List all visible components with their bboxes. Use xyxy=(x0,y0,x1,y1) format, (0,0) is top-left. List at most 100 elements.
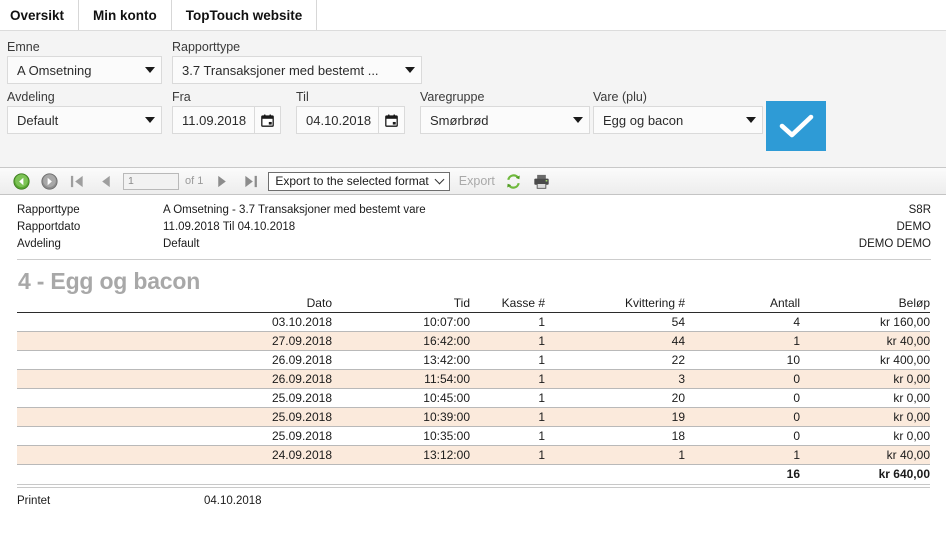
varegruppe-dropdown[interactable]: Smørbrød xyxy=(420,106,590,134)
report-table: Dato Tid Kasse # Kvittering # Antall Bel… xyxy=(17,295,930,485)
cell-kasse: 1 xyxy=(470,445,545,465)
til-label: Til xyxy=(296,90,309,104)
first-page-icon[interactable] xyxy=(63,168,91,194)
table-row: 27.09.2018 16:42:00 1 44 1 kr 40,00 xyxy=(17,331,930,351)
cell-dato: 27.09.2018 xyxy=(185,331,332,351)
cell-antall: 10 xyxy=(685,350,800,370)
fra-datebox: 11.09.2018 xyxy=(172,106,281,134)
cell-kasse: 1 xyxy=(470,426,545,446)
cell-tid: 10:45:00 xyxy=(332,388,470,408)
refresh-icon[interactable] xyxy=(500,168,528,194)
back-circle-icon[interactable] xyxy=(7,168,35,194)
emne-dropdown[interactable]: A Omsetning xyxy=(7,56,162,84)
top-tab-bar: Oversikt Min konto TopTouch website xyxy=(0,0,946,30)
cell-dato: 25.09.2018 xyxy=(185,407,332,427)
tab-min-konto[interactable]: Min konto xyxy=(79,0,172,30)
total-antall: 16 xyxy=(685,464,800,484)
export-button[interactable]: Export xyxy=(459,174,495,188)
cell-kvittering: 22 xyxy=(545,350,685,370)
til-date-input[interactable]: 04.10.2018 xyxy=(296,106,379,134)
prev-page-icon[interactable] xyxy=(91,168,119,194)
cell-kasse: 1 xyxy=(470,369,545,389)
tab-oversikt[interactable]: Oversikt xyxy=(0,0,80,30)
chevron-down-icon xyxy=(405,67,415,73)
avdeling-label: Avdeling xyxy=(7,90,55,104)
meta-right-value: S8R xyxy=(908,204,931,216)
field-emne: Emne A Omsetning xyxy=(7,40,162,84)
vare-dropdown[interactable]: Egg og bacon xyxy=(593,106,763,134)
table-row: 03.10.2018 10:07:00 1 54 4 kr 160,00 xyxy=(17,312,930,332)
cell-dato: 25.09.2018 xyxy=(185,388,332,408)
vare-label: Vare (plu) xyxy=(593,90,647,104)
cell-tid: 13:42:00 xyxy=(332,350,470,370)
forward-circle-icon[interactable] xyxy=(35,168,63,194)
report-group-title: 4 - Egg og bacon xyxy=(18,268,201,294)
field-fra: Fra 11.09.2018 xyxy=(172,90,281,134)
page-number-input[interactable]: 1 xyxy=(123,172,179,190)
column-header-kvittering: Kvittering # xyxy=(624,295,685,310)
report-toolbar: 1 of 1 Export to the selected format Exp… xyxy=(0,168,946,195)
cell-belop: kr 0,00 xyxy=(800,426,930,446)
avdeling-dropdown[interactable]: Default xyxy=(7,106,162,134)
fra-date-input[interactable]: 11.09.2018 xyxy=(172,106,255,134)
cell-belop: kr 40,00 xyxy=(800,445,930,465)
tab-label: Min konto xyxy=(93,7,157,23)
cell-kvittering: 19 xyxy=(545,407,685,427)
avdeling-value: Default xyxy=(17,112,59,128)
cell-belop: kr 40,00 xyxy=(800,331,930,351)
table-body: 03.10.2018 10:07:00 1 54 4 kr 160,00 27.09.201… xyxy=(17,312,930,484)
cell-dato: 26.09.2018 xyxy=(185,369,332,389)
next-page-icon[interactable] xyxy=(208,168,236,194)
fra-label: Fra xyxy=(172,90,191,104)
total-kvittering xyxy=(545,464,685,484)
cell-tid: 10:39:00 xyxy=(332,407,470,427)
table-row: 25.09.2018 10:35:00 1 18 0 kr 0,00 xyxy=(17,426,930,446)
cell-kasse: 1 xyxy=(470,331,545,351)
cell-antall: 1 xyxy=(685,445,800,465)
cell-belop: kr 400,00 xyxy=(800,350,930,370)
cell-kasse: 1 xyxy=(470,312,545,332)
meta-row: Rapportdato 11.09.2018 Til 04.10.2018 DE… xyxy=(0,221,946,238)
emne-value: A Omsetning xyxy=(17,62,92,78)
meta-row: Rapporttype A Omsetning - 3.7 Transaksjo… xyxy=(0,204,946,221)
column-header-tid: Tid xyxy=(453,295,470,310)
cell-tid: 13:12:00 xyxy=(332,445,470,465)
report-meta: Rapporttype A Omsetning - 3.7 Transaksjo… xyxy=(0,195,946,260)
fra-calendar-button[interactable] xyxy=(255,106,281,134)
table-header-spacer xyxy=(17,295,185,312)
last-page-icon[interactable] xyxy=(236,168,264,194)
chevron-down-icon xyxy=(145,117,155,123)
rapporttype-value: 3.7 Transaksjoner med bestemt ... xyxy=(182,62,379,78)
table-head: Dato Tid Kasse # Kvittering # Antall Bel… xyxy=(17,295,930,312)
cell-dato: 25.09.2018 xyxy=(185,426,332,446)
table-row: 26.09.2018 11:54:00 1 3 0 kr 0,00 xyxy=(17,369,930,389)
table-row: 24.09.2018 13:12:00 1 1 1 kr 40,00 xyxy=(17,445,930,465)
cell-antall: 4 xyxy=(685,312,800,332)
varegruppe-label: Varegruppe xyxy=(420,90,485,104)
export-format-value: Export to the selected format xyxy=(275,174,429,188)
rapporttype-dropdown[interactable]: 3.7 Transaksjoner med bestemt ... xyxy=(172,56,422,84)
cell-antall: 0 xyxy=(685,407,800,427)
row-spacer xyxy=(17,426,185,446)
footer-divider xyxy=(17,487,930,488)
meta-label: Rapporttype xyxy=(17,204,80,216)
table-total-row: 16 kr 640,00 xyxy=(17,464,930,484)
export-format-dropdown[interactable]: Export to the selected format xyxy=(268,171,450,191)
cell-antall: 0 xyxy=(685,388,800,408)
row-spacer xyxy=(17,369,185,389)
cell-tid: 16:42:00 xyxy=(332,331,470,351)
tab-label: Oversikt xyxy=(10,7,65,23)
table-row: 25.09.2018 10:45:00 1 20 0 kr 0,00 xyxy=(17,388,930,408)
til-calendar-button[interactable] xyxy=(379,106,405,134)
tab-toptouch-website[interactable]: TopTouch website xyxy=(172,0,318,30)
field-varegruppe: Varegruppe Smørbrød xyxy=(420,90,590,134)
cell-tid: 10:07:00 xyxy=(332,312,470,332)
field-til: Til 04.10.2018 xyxy=(296,90,405,134)
printer-icon[interactable] xyxy=(528,168,556,194)
meta-value: 11.09.2018 Til 04.10.2018 xyxy=(163,221,296,233)
cell-tid: 10:35:00 xyxy=(332,426,470,446)
meta-row: Avdeling Default DEMO DEMO xyxy=(0,238,946,255)
apply-filters-button[interactable] xyxy=(766,101,826,151)
column-header-dato: Dato xyxy=(306,295,332,310)
cell-belop: kr 0,00 xyxy=(800,388,930,408)
